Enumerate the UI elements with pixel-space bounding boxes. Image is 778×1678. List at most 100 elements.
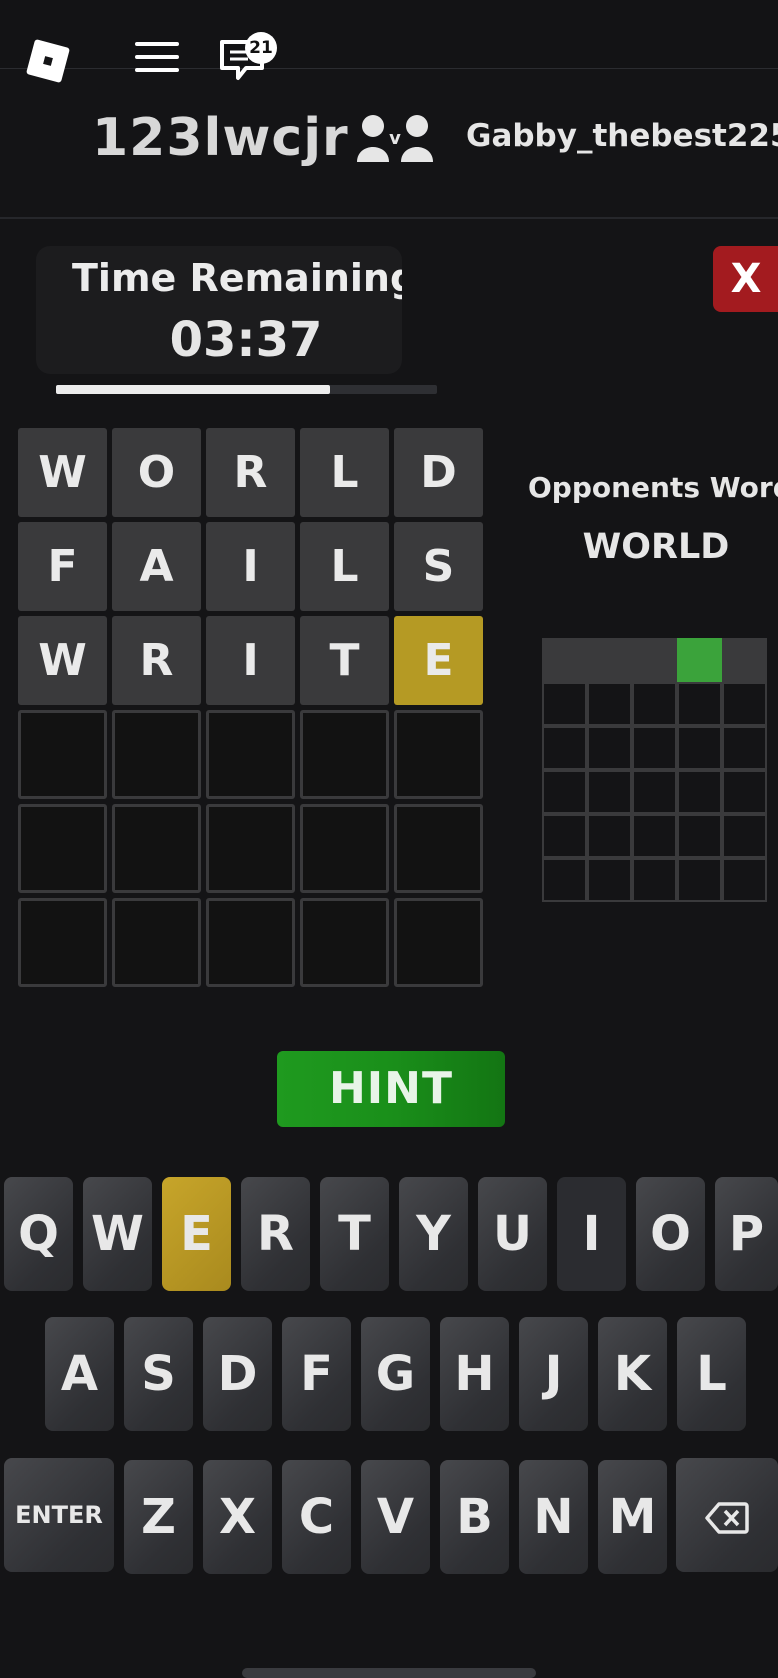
opponent-tile (632, 726, 677, 770)
hamburger-menu-button[interactable] (135, 42, 179, 76)
letter-tile: R (206, 428, 295, 517)
opponent-tile (722, 638, 767, 682)
opponent-tile (542, 682, 587, 726)
divider (0, 217, 778, 219)
player-name: 123lwcjr (92, 108, 349, 168)
timer-value: 03:37 (169, 312, 323, 368)
key-x[interactable]: X (203, 1460, 272, 1574)
letter-tile: S (394, 522, 483, 611)
opponent-tile (632, 638, 677, 682)
opponent-row (542, 682, 767, 726)
opponent-tile (722, 770, 767, 814)
key-b[interactable]: B (440, 1460, 509, 1574)
letter-tile: E (394, 616, 483, 705)
opponent-tile (632, 682, 677, 726)
letter-tile: T (300, 616, 389, 705)
key-y[interactable]: Y (399, 1177, 468, 1291)
opponent-tile (587, 638, 632, 682)
opponent-row (542, 726, 767, 770)
opponent-tile (722, 726, 767, 770)
opponent-tile (677, 638, 722, 682)
key-u[interactable]: U (478, 1177, 547, 1291)
board-row: WRITE (18, 616, 488, 705)
board-row (18, 710, 488, 799)
board-row (18, 898, 488, 987)
opponent-tile (587, 814, 632, 858)
key-d[interactable]: D (203, 1317, 272, 1431)
opponent-tile (632, 814, 677, 858)
key-h[interactable]: H (440, 1317, 509, 1431)
opponent-name: Gabby_thebest225 (466, 118, 778, 154)
key-s[interactable]: S (124, 1317, 193, 1431)
opponent-tile (722, 814, 767, 858)
key-w[interactable]: W (83, 1177, 152, 1291)
roblox-logo-button[interactable] (22, 35, 74, 87)
letter-tile (394, 804, 483, 893)
letter-tile (18, 804, 107, 893)
opponent-board (542, 638, 767, 902)
opponent-tile (722, 682, 767, 726)
opponent-tile (542, 638, 587, 682)
board-row: FAILS (18, 522, 488, 611)
key-v[interactable]: V (361, 1460, 430, 1574)
timer-progress-fill (56, 385, 331, 394)
opponent-row (542, 638, 767, 682)
key-o[interactable]: O (636, 1177, 705, 1291)
key-z[interactable]: Z (124, 1460, 193, 1574)
key-l[interactable]: L (677, 1317, 746, 1431)
opponent-tile (677, 770, 722, 814)
key-n[interactable]: N (519, 1460, 588, 1574)
letter-tile (300, 898, 389, 987)
key-p[interactable]: P (715, 1177, 778, 1291)
opponent-tile (677, 814, 722, 858)
hint-button[interactable]: HINT (277, 1051, 505, 1127)
key-r[interactable]: R (241, 1177, 310, 1291)
letter-tile (206, 898, 295, 987)
opponent-tile (677, 726, 722, 770)
key-q[interactable]: Q (4, 1177, 73, 1291)
board-row: WORLD (18, 428, 488, 517)
home-indicator (242, 1668, 536, 1678)
key-enter[interactable]: ENTER (4, 1458, 114, 1572)
key-j[interactable]: J (519, 1317, 588, 1431)
opponent-row (542, 770, 767, 814)
top-bar (0, 0, 778, 69)
letter-tile (394, 710, 483, 799)
timer-label: Time Remaining (72, 256, 402, 300)
key-t[interactable]: T (320, 1177, 389, 1291)
close-button[interactable]: X (713, 246, 778, 312)
letter-tile (112, 898, 201, 987)
key-c[interactable]: C (282, 1460, 351, 1574)
letter-tile (300, 804, 389, 893)
letter-tile (300, 710, 389, 799)
opponent-tile (677, 682, 722, 726)
opponent-tile (587, 858, 632, 902)
letter-tile: I (206, 616, 295, 705)
opponent-tile (632, 770, 677, 814)
letter-tile (18, 898, 107, 987)
key-a[interactable]: A (45, 1317, 114, 1431)
key-f[interactable]: F (282, 1317, 351, 1431)
key-e[interactable]: E (162, 1177, 231, 1291)
letter-tile: D (394, 428, 483, 517)
letter-tile: R (112, 616, 201, 705)
letter-tile: I (206, 522, 295, 611)
key-i[interactable]: I (557, 1177, 626, 1291)
letter-tile (206, 710, 295, 799)
letter-tile: L (300, 522, 389, 611)
opponent-word-label: Opponents Word: (528, 471, 778, 504)
key-g[interactable]: G (361, 1317, 430, 1431)
key-m[interactable]: M (598, 1460, 667, 1574)
key-k[interactable]: K (598, 1317, 667, 1431)
letter-tile (18, 710, 107, 799)
opponent-tile (587, 726, 632, 770)
opponent-tile (542, 814, 587, 858)
opponent-row (542, 814, 767, 858)
versus-users-icon: v (355, 114, 435, 164)
svg-text:v: v (389, 128, 401, 149)
key-backspace[interactable] (676, 1458, 778, 1572)
opponent-tile (542, 726, 587, 770)
letter-tile: L (300, 428, 389, 517)
letter-tile: W (18, 428, 107, 517)
opponent-tile (677, 858, 722, 902)
